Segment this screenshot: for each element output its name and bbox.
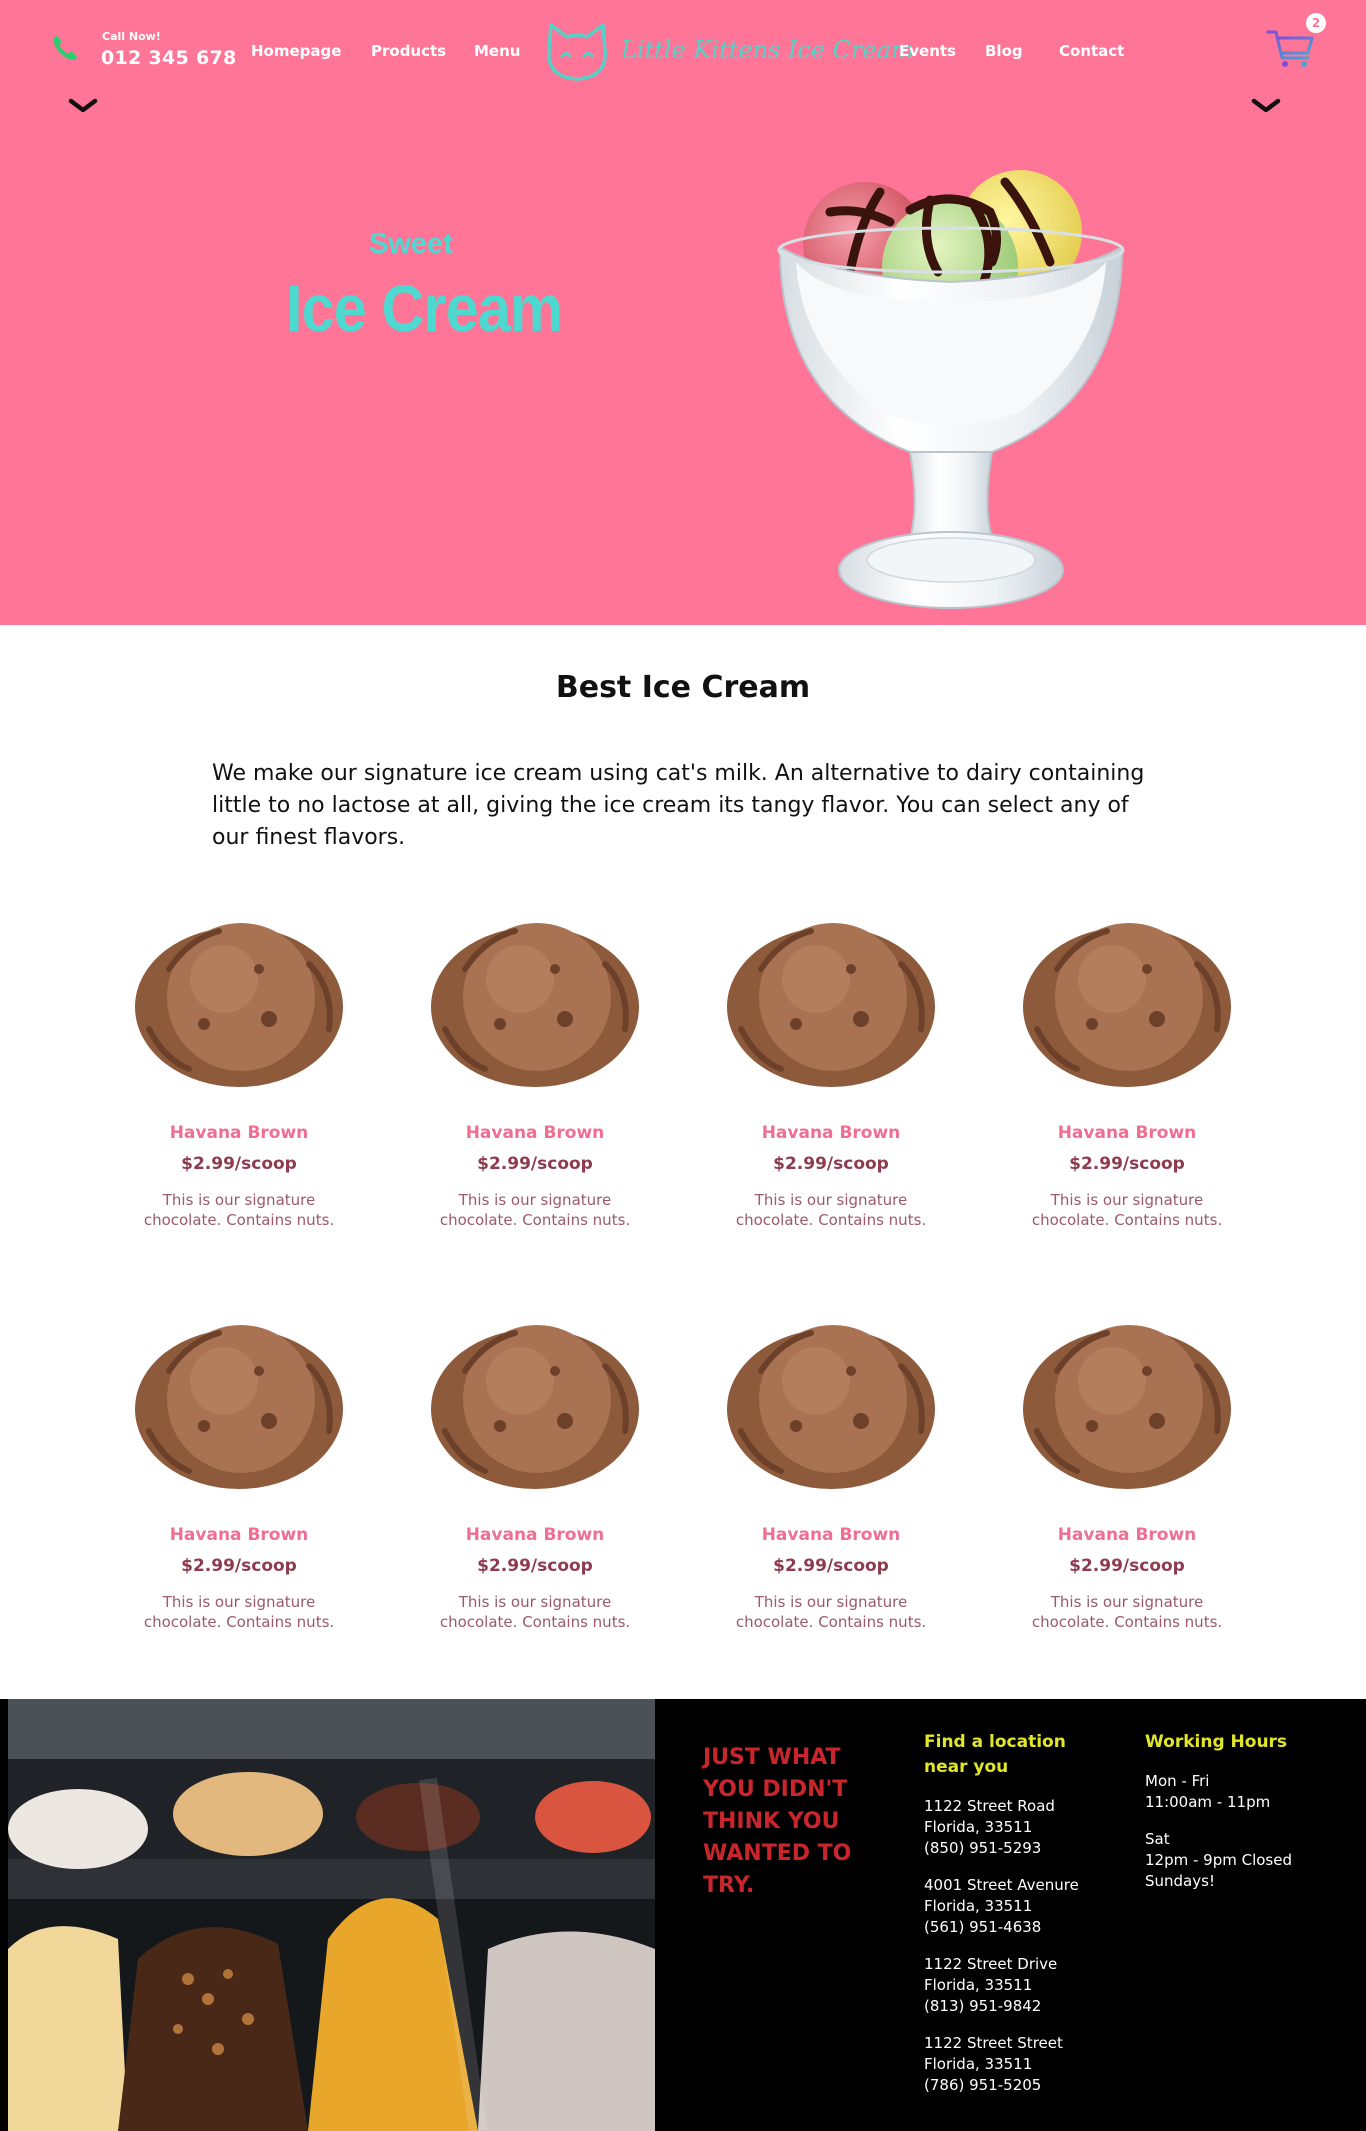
gelato-display-image [8, 1699, 655, 2131]
hours-entry: Mon - Fri 11:00am - 11pm [1145, 1771, 1270, 1813]
hero-banner: Call Now! 012 345 678 Homepage Products … [0, 0, 1366, 625]
cart-icon[interactable] [1266, 24, 1316, 70]
hero-kicker: Sweet [369, 228, 453, 260]
product-card[interactable]: Havana Brown $2.99/scoop This is our sig… [1007, 1311, 1247, 1632]
product-description: This is our signature chocolate. Contain… [735, 1191, 927, 1229]
product-name: Havana Brown [1057, 1525, 1197, 1545]
product-price: $2.99/scoop [773, 1556, 889, 1576]
nav-contact[interactable]: Contact [1059, 42, 1124, 60]
hours-heading: Working Hours [1145, 1732, 1288, 1752]
product-price: $2.99/scoop [477, 1154, 593, 1174]
product-card[interactable]: Havana Brown $2.99/scoop This is our sig… [711, 909, 951, 1230]
location-city: Florida, 33511 [924, 1818, 1033, 1836]
phone-number-link[interactable]: 012 345 678 [101, 47, 237, 69]
product-name: Havana Brown [761, 1123, 901, 1143]
location-street: 4001 Street Avenure [924, 1876, 1079, 1894]
chocolate-scoop-image [1023, 1325, 1231, 1489]
top-navigation: Call Now! 012 345 678 Homepage Products … [0, 0, 1366, 113]
site-footer: JUST WHAT YOU DIDN'T THINK YOU WANTED TO… [0, 1699, 1366, 2131]
footer-tagline: JUST WHAT YOU DIDN'T THINK YOU WANTED TO… [703, 1745, 852, 1898]
cat-logo-icon[interactable] [543, 19, 611, 85]
hours-days: Mon - Fri [1145, 1772, 1210, 1790]
product-description: This is our signature chocolate. Contain… [1031, 1593, 1223, 1631]
location-street: 1122 Street Street [924, 2034, 1063, 2052]
product-description: This is our signature chocolate. Contain… [143, 1191, 335, 1229]
location-address: 1122 Street Street Florida, 33511 (786) … [924, 2033, 1063, 2096]
chocolate-scoop-image [727, 923, 935, 1087]
nav-blog[interactable]: Blog [985, 42, 1023, 60]
product-price: $2.99/scoop [1069, 1154, 1185, 1174]
hours-entry: Sat 12pm - 9pm Closed Sundays! [1145, 1829, 1305, 1892]
cart-count-badge: 2 [1306, 13, 1326, 33]
product-name: Havana Brown [169, 1525, 309, 1545]
site-logo-text[interactable]: Little Kittens Ice Cream [621, 36, 914, 64]
hours-days: Sat [1145, 1830, 1170, 1848]
product-price: $2.99/scoop [181, 1154, 297, 1174]
location-phone[interactable]: (850) 951-5293 [924, 1838, 1055, 1859]
product-card[interactable]: Havana Brown $2.99/scoop This is our sig… [415, 1311, 655, 1632]
product-description: This is our signature chocolate. Contain… [439, 1593, 631, 1631]
location-address: 1122 Street Road Florida, 33511 (850) 95… [924, 1796, 1055, 1859]
product-price: $2.99/scoop [181, 1556, 297, 1576]
product-name: Havana Brown [465, 1123, 605, 1143]
product-card[interactable]: Havana Brown $2.99/scoop This is our sig… [711, 1311, 951, 1632]
product-price: $2.99/scoop [477, 1556, 593, 1576]
product-name: Havana Brown [761, 1525, 901, 1545]
product-name: Havana Brown [1057, 1123, 1197, 1143]
location-address: 4001 Street Avenure Florida, 33511 (561)… [924, 1875, 1079, 1938]
hours-time: 11:00am - 11pm [1145, 1793, 1271, 1811]
location-phone[interactable]: (813) 951-9842 [924, 1996, 1057, 2017]
product-name: Havana Brown [169, 1123, 309, 1143]
chocolate-scoop-image [431, 923, 639, 1087]
product-description: This is our signature chocolate. Contain… [143, 1593, 335, 1631]
location-city: Florida, 33511 [924, 1976, 1033, 1994]
location-phone[interactable]: (786) 951-5205 [924, 2075, 1063, 2096]
hours-time: 12pm - 9pm Closed Sundays! [1145, 1851, 1292, 1890]
nav-events[interactable]: Events [899, 42, 956, 60]
product-card[interactable]: Havana Brown $2.99/scoop This is our sig… [119, 909, 359, 1230]
location-street: 1122 Street Drive [924, 1955, 1058, 1973]
location-phone[interactable]: (561) 951-4638 [924, 1917, 1079, 1938]
ice-cream-sundae-image [777, 170, 1125, 609]
chocolate-scoop-image [135, 1325, 343, 1489]
locations-heading: Find a location near you [924, 1732, 1066, 1777]
location-address: 1122 Street Drive Florida, 33511 (813) 9… [924, 1954, 1057, 2017]
location-city: Florida, 33511 [924, 1897, 1033, 1915]
product-price: $2.99/scoop [1069, 1556, 1185, 1576]
chevron-down-icon[interactable] [68, 98, 98, 114]
product-card[interactable]: Havana Brown $2.99/scoop This is our sig… [1007, 909, 1247, 1230]
chocolate-scoop-image [727, 1325, 935, 1489]
product-description: This is our signature chocolate. Contain… [735, 1593, 927, 1631]
product-card[interactable]: Havana Brown $2.99/scoop This is our sig… [415, 909, 655, 1230]
chocolate-scoop-image [135, 923, 343, 1087]
chevron-down-icon[interactable] [1251, 98, 1281, 114]
product-card[interactable]: Havana Brown $2.99/scoop This is our sig… [119, 1311, 359, 1632]
nav-menu[interactable]: Menu [474, 42, 520, 60]
product-name: Havana Brown [465, 1525, 605, 1545]
location-city: Florida, 33511 [924, 2055, 1033, 2073]
product-description: This is our signature chocolate. Contain… [439, 1191, 631, 1229]
location-street: 1122 Street Road [924, 1797, 1055, 1815]
nav-products[interactable]: Products [371, 42, 446, 60]
nav-homepage[interactable]: Homepage [251, 42, 341, 60]
hero-title: Ice Cream [286, 271, 563, 345]
chocolate-scoop-image [1023, 923, 1231, 1087]
phone-icon[interactable] [50, 33, 80, 63]
product-price: $2.99/scoop [773, 1154, 889, 1174]
chocolate-scoop-image [431, 1325, 639, 1489]
product-description: This is our signature chocolate. Contain… [1031, 1191, 1223, 1229]
section-title: Best Ice Cream [555, 670, 811, 705]
intro-paragraph: We make our signature ice cream using ca… [212, 761, 1145, 850]
call-now-label: Call Now! [102, 30, 161, 43]
